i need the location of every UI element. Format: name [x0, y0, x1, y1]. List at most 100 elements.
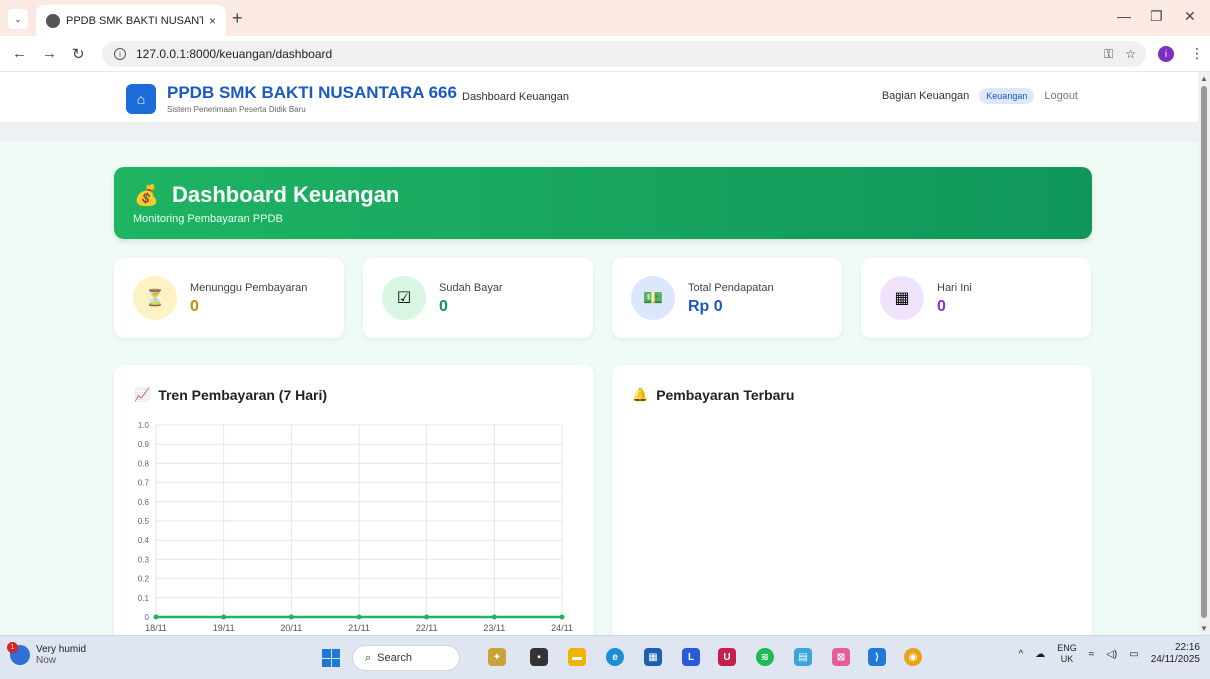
taskbar-app-icon[interactable]: ▤ — [794, 648, 812, 666]
scroll-down-icon[interactable]: ▼ — [1200, 624, 1208, 633]
data-point — [221, 614, 227, 620]
clock[interactable]: 22:16 24/11/2025 — [1151, 642, 1200, 666]
forward-icon[interactable]: → — [42, 45, 57, 62]
volume-icon[interactable]: ◁) — [1106, 649, 1117, 660]
data-point — [153, 614, 159, 620]
taskbar-app-icon[interactable]: L — [682, 648, 700, 666]
weather-sub: Now — [36, 655, 57, 666]
chrome-icon[interactable]: ◉ — [904, 648, 922, 666]
y-tick-label: 0.7 — [138, 479, 150, 488]
tab-strip: ⌄ PPDB SMK BAKTI NUSANTARA × + — ❐ ✕ — [0, 0, 1210, 36]
wifi-icon[interactable]: ≈ — [1089, 649, 1095, 660]
brand-title[interactable]: PPDB SMK BAKTI NUSANTARA 666 — [167, 83, 457, 103]
role-badge: Keuangan — [979, 88, 1035, 104]
search-label: Search — [377, 652, 413, 664]
logout-link[interactable]: Logout — [1044, 90, 1078, 102]
new-tab-button[interactable]: + — [232, 8, 243, 29]
x-tick-label: 21/11 — [348, 623, 370, 633]
site-info-icon[interactable]: i — [114, 48, 126, 60]
address-bar[interactable]: i 127.0.0.1:8000/keuangan/dashboard ⚿ ☆ — [102, 41, 1146, 67]
page-subtitle: Monitoring Pembayaran PPDB — [133, 213, 283, 225]
stat-card-sudah-bayar: ☑ Sudah Bayar 0 — [363, 258, 593, 338]
weather-label: Very humid — [36, 644, 87, 655]
data-point — [356, 614, 362, 620]
x-tick-label: 20/11 — [280, 623, 302, 633]
language-indicator[interactable]: ENG UK — [1057, 643, 1077, 665]
y-tick-label: 0.1 — [138, 594, 150, 603]
file-explorer-icon[interactable]: ▬ — [568, 648, 586, 666]
brand-subtitle: Sistem Penerimaan Peserta Didik Baru — [167, 105, 306, 114]
spotify-icon[interactable]: ≋ — [756, 648, 774, 666]
search-icon: ⌕ — [365, 651, 372, 664]
school-logo-icon[interactable]: ⌂ — [126, 84, 156, 114]
bookmark-star-icon[interactable]: ☆ — [1125, 47, 1136, 61]
security-app-icon[interactable]: U — [718, 648, 736, 666]
page-viewport: ⌂ PPDB SMK BAKTI NUSANTARA 666 Sistem Pe… — [0, 72, 1210, 635]
stat-label: Menunggu Pembayaran — [190, 282, 308, 294]
user-section-label: Bagian Keuangan — [881, 90, 970, 102]
password-key-icon[interactable]: ⚿ — [1104, 47, 1113, 62]
y-tick-label: 0.4 — [138, 536, 150, 545]
data-point — [288, 614, 294, 620]
vscode-icon[interactable]: ⟩ — [868, 648, 886, 666]
hourglass-icon: ⏳ — [133, 276, 177, 320]
scroll-up-icon[interactable]: ▲ — [1200, 74, 1208, 83]
x-tick-label: 24/11 — [551, 623, 573, 633]
url-text: 127.0.0.1:8000/keuangan/dashboard — [136, 47, 333, 61]
page-title: Dashboard Keuangan — [172, 182, 400, 207]
restore-icon[interactable]: ❐ — [1150, 8, 1163, 25]
top-navbar: ⌂ PPDB SMK BAKTI NUSANTARA 666 Sistem Pe… — [0, 72, 1198, 122]
stat-label: Total Pendapatan — [688, 282, 774, 294]
calendar-icon: ▦ — [880, 276, 924, 320]
y-tick-label: 0 — [145, 613, 150, 622]
header-divider-band — [0, 122, 1198, 142]
stat-value: 0 — [190, 298, 199, 315]
cloud-icon[interactable]: ☁ — [1035, 649, 1045, 660]
weather-icon: 1 — [7, 642, 30, 665]
data-point — [491, 614, 497, 620]
stat-value: Rp 0 — [688, 298, 723, 315]
stat-label: Hari Ini — [937, 282, 972, 294]
taskbar-search[interactable]: ⌕ Search — [352, 645, 460, 671]
system-tray: ^ ☁ ENG UK ≈ ◁) ▭ 22:16 24/11/2025 — [1018, 642, 1200, 666]
y-tick-label: 1.0 — [138, 421, 150, 430]
back-icon[interactable]: ← — [12, 45, 27, 62]
reload-icon[interactable]: ↻ — [72, 45, 85, 63]
weather-widget[interactable]: 1 Very humid Now — [7, 642, 87, 666]
chevron-up-icon[interactable]: ^ — [1018, 649, 1023, 660]
windows-start-icon[interactable] — [322, 649, 340, 667]
x-tick-label: 22/11 — [416, 623, 438, 633]
minimize-icon[interactable]: — — [1117, 8, 1131, 24]
lang-top: ENG — [1057, 643, 1077, 653]
x-tick-label: 18/11 — [145, 623, 167, 633]
store-icon[interactable]: ▦ — [644, 648, 662, 666]
dashboard-hero: 💰 Dashboard Keuangan Monitoring Pembayar… — [114, 167, 1092, 239]
taskbar-app-icon[interactable]: ✦ — [488, 648, 506, 666]
nav-dashboard-keuangan[interactable]: Dashboard Keuangan — [462, 91, 569, 103]
browser-tab[interactable]: PPDB SMK BAKTI NUSANTARA × — [36, 5, 226, 36]
x-tick-label: 19/11 — [213, 623, 235, 633]
scrollbar-thumb[interactable] — [1201, 86, 1207, 618]
close-window-icon[interactable]: ✕ — [1184, 8, 1196, 25]
taskbar-app-icon[interactable]: ⊠ — [832, 648, 850, 666]
profile-avatar[interactable]: i — [1158, 46, 1174, 62]
recent-payments-panel: 🔔 Pembayaran Terbaru — [612, 365, 1092, 635]
y-tick-label: 0.2 — [138, 575, 150, 584]
page-scrollbar[interactable]: ▲ ▼ — [1198, 72, 1210, 635]
money-bag-icon: 💰 — [134, 185, 159, 207]
trend-panel: 📈 Tren Pembayaran (7 Hari) 1.0 0.9 0.8 0.7 0… — [114, 365, 594, 635]
stat-card-menunggu: ⏳ Menunggu Pembayaran 0 — [114, 258, 344, 338]
stat-card-hari-ini: ▦ Hari Ini 0 — [861, 258, 1091, 338]
recent-title-text: Pembayaran Terbaru — [656, 387, 795, 403]
browser-menu-icon[interactable]: ⋮ — [1190, 45, 1204, 62]
recent-panel-title: 🔔 Pembayaran Terbaru — [632, 387, 794, 403]
tab-search-button[interactable]: ⌄ — [8, 9, 28, 29]
taskbar-app-icon[interactable]: ▪ — [530, 648, 548, 666]
y-tick-label: 0.6 — [138, 498, 150, 507]
weather-badge: 1 — [7, 642, 18, 653]
battery-icon[interactable]: ▭ — [1129, 649, 1138, 660]
user-area: Bagian Keuangan Keuangan Logout — [882, 88, 1078, 104]
tab-close-button[interactable]: × — [209, 14, 216, 28]
tab-title: PPDB SMK BAKTI NUSANTARA — [66, 14, 203, 27]
edge-icon[interactable]: e — [606, 648, 624, 666]
